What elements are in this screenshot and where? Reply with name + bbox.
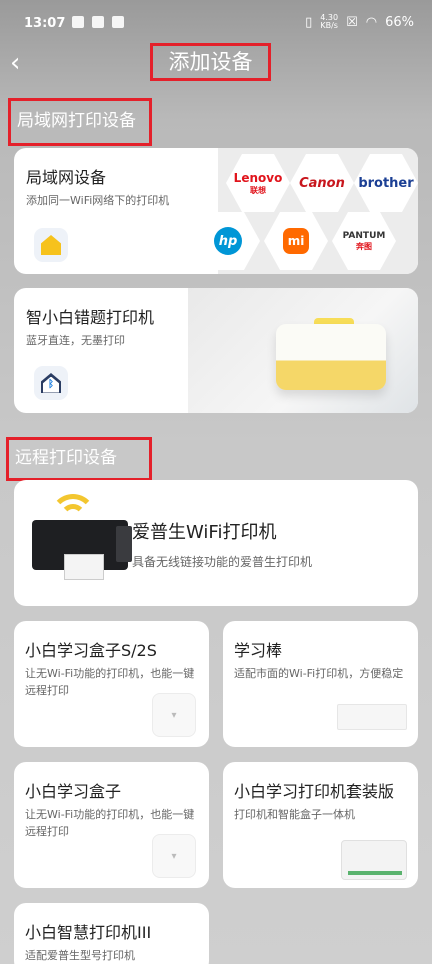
- status-time: 13:07: [24, 16, 66, 31]
- mini-printer-image: [276, 324, 386, 390]
- lan-device-desc: 添加同一WiFi网络下的打印机: [26, 194, 170, 207]
- error-printer-title: 智小白错题打印机: [26, 308, 155, 327]
- pantum-logo-text: PANTUM 奔图: [343, 231, 386, 252]
- house-icon: [41, 235, 61, 255]
- epson-title: 爱普生WiFi打印机: [132, 522, 277, 543]
- back-arrow-icon[interactable]: ‹: [10, 50, 36, 76]
- section-title-remote: 远程打印设备: [6, 437, 152, 481]
- study-rod-title: 学习棒: [234, 641, 283, 660]
- net-speed: 4.30 KB/s: [320, 14, 338, 30]
- study-box-s2-image: ▾: [152, 693, 196, 737]
- net-speed-unit: KB/s: [320, 21, 338, 30]
- smart-printer-iii-card[interactable]: 小白智慧打印机III 适配爱普生型号打印机: [14, 903, 209, 964]
- error-printer-card[interactable]: 智小白错题打印机 蓝牙直连，无墨打印 ᛒ: [14, 288, 418, 413]
- lenovo-label: Lenovo: [233, 170, 283, 185]
- sim-off-icon: ☒: [346, 14, 358, 30]
- study-rod-desc: 适配市面的Wi-Fi打印机，方便稳定: [234, 667, 404, 680]
- lan-home-icon: [34, 228, 68, 262]
- study-box-card[interactable]: 小白学习盒子 让无Wi-Fi功能的打印机，也能一键远程打印 ▾: [14, 762, 209, 888]
- section-title-lan: 局域网打印设备: [8, 98, 152, 146]
- pantum-label: PANTUM: [342, 230, 386, 241]
- lan-device-card[interactable]: 局域网设备 添加同一WiFi网络下的打印机 Lenovo 联想 Canon br…: [14, 148, 418, 274]
- printer-suite-desc: 打印机和智能盒子一体机: [234, 808, 355, 821]
- bluetooth-icon: ᛒ: [43, 376, 59, 393]
- shield-icon: [112, 16, 124, 28]
- vibrate-icon: ▯: [305, 14, 313, 30]
- hp-label: hp: [214, 227, 242, 255]
- notification-icons: [72, 16, 124, 28]
- pantum-cn-label: 奔图: [355, 241, 372, 251]
- printed-page-image: [64, 554, 104, 580]
- printer-suite-title: 小白学习打印机套装版: [234, 782, 395, 801]
- page-title: 添加设备: [150, 43, 271, 81]
- study-box-image: ▾: [152, 834, 196, 878]
- study-rod-card[interactable]: 学习棒 适配市面的Wi-Fi打印机，方便稳定: [223, 621, 418, 747]
- status-bar: 13:07 ▯ 4.30 KB/s ☒ ◠ 66%: [0, 0, 432, 42]
- xiaomi-label: mi: [283, 228, 309, 254]
- study-box-s2-title: 小白学习盒子S/2S: [25, 641, 157, 660]
- brother-label: brother: [358, 175, 414, 191]
- lan-device-title: 局域网设备: [26, 168, 107, 187]
- canon-label: Canon: [299, 175, 345, 191]
- header: ‹ 添加设备: [0, 42, 432, 88]
- wifi-icon: ◠: [365, 14, 378, 30]
- status-right: ▯ 4.30 KB/s ☒ ◠ 66%: [305, 14, 414, 30]
- lenovo-logo-text: Lenovo 联想: [234, 171, 283, 196]
- printer-suite-card[interactable]: 小白学习打印机套装版 打印机和智能盒子一体机: [223, 762, 418, 888]
- ink-tank-image: [116, 526, 132, 562]
- error-printer-desc: 蓝牙直连，无墨打印: [26, 334, 125, 347]
- study-rod-image: [337, 704, 407, 730]
- epson-wifi-printer-card[interactable]: 爱普生WiFi打印机 具备无线链接功能的爱普生打印机: [14, 480, 418, 606]
- house-outline-icon: ᛒ: [41, 373, 61, 393]
- study-box-title: 小白学习盒子: [25, 782, 122, 801]
- tiktok-icon: [72, 16, 84, 28]
- mail-icon: [92, 16, 104, 28]
- study-box-s2-card[interactable]: 小白学习盒子S/2S 让无Wi-Fi功能的打印机，也能一键远程打印 ▾: [14, 621, 209, 747]
- battery-level: 66%: [385, 14, 414, 30]
- smart-printer-iii-title: 小白智慧打印机III: [25, 923, 152, 942]
- epson-desc: 具备无线链接功能的爱普生打印机: [132, 555, 313, 569]
- printer-suite-image: [341, 840, 407, 880]
- bluetooth-home-icon: ᛒ: [34, 366, 68, 400]
- lenovo-cn-label: 联想: [249, 185, 266, 195]
- smart-printer-iii-desc: 适配爱普生型号打印机: [25, 949, 135, 962]
